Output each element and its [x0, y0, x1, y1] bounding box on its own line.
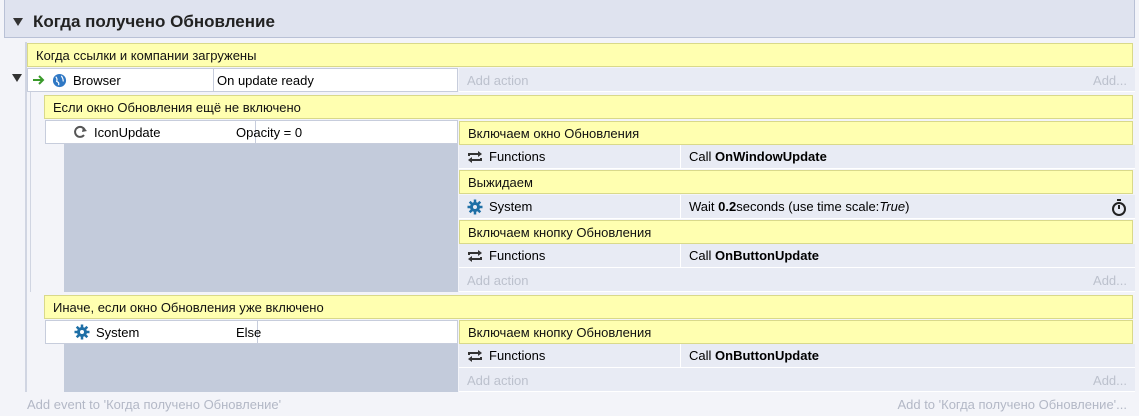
- add-action-row[interactable]: Add action Add...: [459, 68, 1135, 92]
- comment-text: Включаем окно Обновления: [468, 126, 640, 141]
- time-scale-value: True: [879, 199, 906, 214]
- add-more-link[interactable]: Add...: [1093, 273, 1127, 288]
- condition-text: Opacity = 0: [236, 124, 303, 140]
- stopwatch-icon: [1112, 199, 1126, 216]
- comment-text: Когда ссылки и компании загружены: [36, 48, 257, 63]
- indent-guide: [30, 92, 31, 292]
- condition-object: IconUpdate: [46, 121, 256, 143]
- comment-text: Включаем кнопку Обновления: [468, 225, 652, 240]
- action-row[interactable]: Functions Call OnButtonUpdate: [459, 244, 1135, 268]
- refresh-icon: [74, 125, 87, 138]
- expand-triangle-icon[interactable]: [12, 74, 22, 82]
- action-comment[interactable]: Включаем кнопку Обновления: [459, 320, 1133, 344]
- action-text-prefix: Call: [689, 248, 712, 263]
- functions-icon: [468, 349, 482, 362]
- action-function-name: OnButtonUpdate: [715, 348, 820, 363]
- gear-icon: [74, 324, 90, 340]
- add-action-link[interactable]: Add action: [467, 273, 528, 288]
- action-object-name: System: [489, 199, 533, 214]
- action-text: Wait 0.2 seconds (use time scale: True): [689, 195, 909, 218]
- subevent-comment[interactable]: Иначе, если окно Обновления уже включено: [44, 295, 1133, 319]
- group-header[interactable]: Когда получено Обновление: [4, 0, 1135, 38]
- condition-object-name: System: [96, 324, 140, 340]
- action-text-middle: seconds (use time scale:: [736, 199, 880, 214]
- collapse-triangle-icon[interactable]: [13, 18, 23, 26]
- condition-object: System: [46, 321, 258, 343]
- action-row[interactable]: Functions Call OnWindowUpdate: [459, 145, 1135, 169]
- comment-text: Иначе, если окно Обновления уже включено: [53, 300, 324, 315]
- condition-object-name: Browser: [73, 72, 121, 88]
- action-text-suffix: ): [905, 199, 910, 214]
- globe-icon: [52, 73, 67, 87]
- condition-text: On update ready: [217, 72, 314, 88]
- comment-text: Выжидаем: [468, 175, 533, 190]
- action-comment[interactable]: Включаем окно Обновления: [459, 121, 1133, 145]
- action-text: Call OnButtonUpdate: [689, 244, 819, 267]
- action-comment[interactable]: Включаем кнопку Обновления: [459, 220, 1133, 244]
- action-object-name: Functions: [489, 149, 546, 164]
- condition-empty-area[interactable]: [64, 144, 458, 292]
- event-comment[interactable]: Когда ссылки и компании загружены: [27, 43, 1133, 67]
- action-object: Functions: [459, 344, 681, 367]
- action-object-name: Functions: [489, 348, 546, 363]
- add-to-group-link[interactable]: Add to 'Когда получено Обновление'...: [897, 397, 1127, 412]
- gear-icon: [467, 199, 483, 214]
- subevent-comment[interactable]: Если окно Обновления ещё не включено: [44, 95, 1133, 119]
- subevent-condition[interactable]: System Else: [45, 320, 458, 344]
- comment-text: Если окно Обновления ещё не включено: [53, 100, 301, 115]
- add-more-link[interactable]: Add...: [1093, 373, 1127, 388]
- action-text: Call OnButtonUpdate: [689, 344, 819, 367]
- wait-seconds-value: 0.2: [718, 199, 737, 214]
- action-text-prefix: Call: [689, 149, 712, 164]
- add-action-row[interactable]: Add action Add...: [459, 268, 1135, 292]
- condition-object-name: IconUpdate: [94, 124, 161, 140]
- add-more-link[interactable]: Add...: [1093, 73, 1127, 88]
- action-object: Functions: [459, 145, 681, 168]
- action-comment[interactable]: Выжидаем: [459, 170, 1133, 194]
- action-object: System: [459, 195, 681, 218]
- action-function-name: OnButtonUpdate: [715, 248, 820, 263]
- action-text: Call OnWindowUpdate: [689, 145, 827, 168]
- action-text-prefix: Call: [689, 348, 712, 363]
- functions-icon: [468, 249, 482, 262]
- comment-text: Включаем кнопку Обновления: [468, 325, 652, 340]
- subevent-condition[interactable]: IconUpdate Opacity = 0: [45, 120, 458, 144]
- add-event-link[interactable]: Add event to 'Когда получено Обновление': [27, 397, 281, 412]
- add-action-link[interactable]: Add action: [467, 73, 528, 88]
- action-row[interactable]: Functions Call OnButtonUpdate: [459, 344, 1135, 368]
- event-condition[interactable]: Browser On update ready: [27, 68, 458, 92]
- add-action-link[interactable]: Add action: [467, 373, 528, 388]
- condition-object: Browser: [28, 69, 214, 91]
- action-text-prefix: Wait: [689, 199, 715, 214]
- action-object-name: Functions: [489, 248, 546, 263]
- indent-guide: [25, 42, 27, 392]
- action-row[interactable]: System Wait 0.2 seconds (use time scale:…: [459, 195, 1135, 219]
- action-function-name: OnWindowUpdate: [715, 149, 827, 164]
- group-title: Когда получено Обновление: [33, 12, 275, 31]
- condition-text: Else: [236, 324, 262, 340]
- trigger-arrow-icon: [33, 75, 45, 85]
- action-object: Functions: [459, 244, 681, 267]
- add-action-row[interactable]: Add action Add...: [459, 368, 1135, 392]
- condition-empty-area[interactable]: [64, 344, 458, 392]
- functions-icon: [468, 150, 482, 163]
